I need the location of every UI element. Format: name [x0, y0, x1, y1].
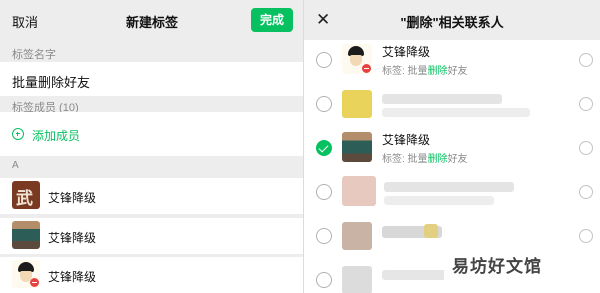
contact-row[interactable]: 艾锋降级 标签: 批量删除好友: [304, 38, 600, 82]
member-name: 艾锋降级: [48, 231, 97, 245]
blurred-avatar: [342, 222, 372, 250]
select-radio[interactable]: [316, 52, 332, 68]
blurred-name: [382, 94, 502, 104]
new-tag-panel: 取消 新建标签 完成 标签名字 批量删除好友 标签成员 (10) 添加成员 A …: [0, 0, 304, 293]
done-button[interactable]: 完成: [251, 8, 293, 32]
contact-tag-text: 标签: 批量删除好友: [382, 154, 468, 165]
contact-name: 艾锋降级: [382, 45, 431, 59]
avatar: [12, 260, 40, 288]
avatar: [12, 181, 40, 209]
avatar: [342, 132, 372, 162]
blurred-avatar: [342, 176, 376, 206]
page-title: "删除"相关联系人: [400, 15, 504, 30]
avatar: [12, 221, 40, 249]
related-contacts-header: ✕ "删除"相关联系人: [304, 0, 600, 40]
select-radio[interactable]: [316, 96, 332, 112]
select-radio-right[interactable]: [579, 97, 593, 111]
add-member-button[interactable]: 添加成员: [0, 112, 304, 156]
select-radio[interactable]: [316, 272, 332, 288]
remove-badge-icon: [30, 278, 39, 287]
select-radio-right[interactable]: [579, 229, 593, 243]
select-radio-right[interactable]: [579, 141, 593, 155]
tag-name-field[interactable]: 批量删除好友: [0, 62, 304, 96]
member-row[interactable]: 艾锋降级: [0, 218, 304, 254]
remove-badge-icon: [362, 64, 371, 73]
member-row[interactable]: 艾锋降级: [0, 257, 304, 293]
select-radio[interactable]: [316, 228, 332, 244]
blurred-avatar: [342, 266, 372, 293]
contact-row[interactable]: [304, 170, 600, 214]
contact-name: 艾锋降级: [382, 133, 431, 147]
select-radio-right[interactable]: [579, 185, 593, 199]
member-row[interactable]: 艾锋降级: [0, 178, 304, 214]
watermark-text: 易坊好文馆: [452, 257, 542, 276]
blurred-icon: [424, 224, 438, 238]
member-name: 艾锋降级: [48, 270, 97, 284]
blurred-avatar: [342, 90, 372, 118]
member-name: 艾锋降级: [48, 191, 97, 205]
index-letter: A: [12, 160, 19, 171]
new-tag-header: 取消 新建标签 完成: [0, 0, 304, 40]
blurred-tag: [382, 108, 530, 117]
tag-name-value: 批量删除好友: [12, 75, 91, 90]
select-radio[interactable]: [316, 184, 332, 200]
tag-name-label: 标签名字: [12, 49, 56, 61]
contact-tag-text: 标签: 批量删除好友: [382, 66, 468, 77]
add-member-label: 添加成员: [32, 129, 81, 143]
avatar: [342, 44, 372, 74]
select-radio-right[interactable]: [579, 53, 593, 67]
contact-row[interactable]: 艾锋降级 标签: 批量删除好友: [304, 126, 600, 170]
plus-circle-icon: [12, 128, 24, 140]
blurred-name: [384, 182, 514, 192]
blurred-tag: [384, 196, 494, 205]
select-radio[interactable]: [316, 140, 332, 156]
contact-row[interactable]: [304, 82, 600, 126]
